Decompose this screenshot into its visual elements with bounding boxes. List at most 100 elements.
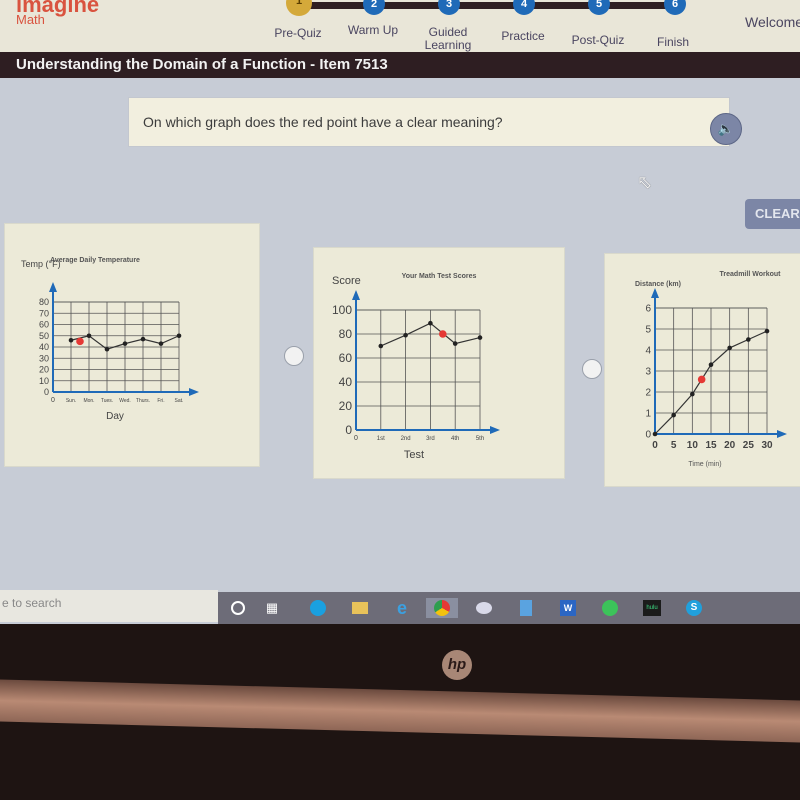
skype-icon[interactable]: S bbox=[684, 598, 704, 618]
y-tick-label: 40 bbox=[39, 342, 49, 352]
cortana-icon[interactable] bbox=[228, 598, 248, 618]
y-tick-label: 50 bbox=[39, 331, 49, 341]
data-point bbox=[452, 341, 458, 346]
graph-option-2[interactable]: Score Your Math Test Scores Test 0 20 40 60… bbox=[313, 247, 565, 479]
x-tick-label: Wed. bbox=[119, 398, 131, 404]
x-tick-label: Tues. bbox=[101, 398, 113, 404]
step-4-badge[interactable]: 4 bbox=[513, 0, 535, 15]
data-point bbox=[652, 431, 658, 437]
progress-track bbox=[298, 2, 678, 9]
file-explorer-icon[interactable] bbox=[350, 598, 370, 618]
x-tick-label: 25 bbox=[743, 440, 755, 451]
x-tick-label: 10 bbox=[687, 440, 699, 451]
step-4-label: Practice bbox=[501, 29, 545, 43]
step-3-badge[interactable]: 3 bbox=[438, 0, 460, 15]
data-point bbox=[708, 362, 714, 367]
title-bar: Understanding the Domain of a Function -… bbox=[0, 52, 800, 78]
y-tick-label: 10 bbox=[39, 376, 49, 386]
x-tick-label: Thurs. bbox=[136, 398, 150, 404]
internet-explorer-icon[interactable]: e bbox=[392, 598, 412, 618]
paint-icon[interactable] bbox=[474, 598, 494, 618]
treadmill-chart: Distance (km) Treadmill Workout Time (mi… bbox=[635, 271, 787, 468]
taskbar-search[interactable]: e to search bbox=[0, 590, 218, 622]
data-point bbox=[671, 412, 676, 418]
taskbar: ▦ e W hulu S bbox=[218, 592, 800, 624]
chrome-icon[interactable] bbox=[426, 598, 458, 618]
clear-button[interactable]: CLEAR bbox=[745, 199, 800, 229]
test-scores-chart: Score Your Math Test Scores Test 0 20 40 60… bbox=[332, 273, 500, 461]
x-tick-label: Sat. bbox=[175, 398, 184, 404]
y-tick-label: 6 bbox=[645, 303, 651, 314]
chart-title: Average Daily Temperature bbox=[50, 257, 140, 264]
speaker-icon: 🔈 bbox=[717, 121, 735, 136]
x-tick-label: 15 bbox=[705, 440, 717, 451]
x-origin-label: 0 bbox=[51, 397, 55, 404]
screen: imagine Math 1 2 3 4 5 6 Pre-Quiz Warm U… bbox=[0, 0, 800, 640]
calculator-icon[interactable] bbox=[516, 598, 536, 618]
x-axis-title: Test bbox=[404, 449, 424, 461]
radio-option-2[interactable] bbox=[582, 359, 602, 379]
graph-option-1[interactable]: Temp (°F) Average Daily Temperature Day … bbox=[4, 223, 260, 467]
data-point bbox=[140, 336, 146, 342]
y-tick-label: 20 bbox=[339, 399, 353, 413]
x-tick-label: 2nd bbox=[401, 436, 411, 442]
y-tick-label: 80 bbox=[339, 327, 353, 341]
chart-title: Your Math Test Scores bbox=[402, 273, 477, 280]
y-tick-label: 4 bbox=[645, 345, 651, 356]
data-point bbox=[68, 337, 74, 343]
step-2-badge[interactable]: 2 bbox=[363, 0, 385, 15]
data-point bbox=[86, 333, 92, 339]
word-icon[interactable]: W bbox=[558, 598, 578, 618]
y-tick-label: 0 bbox=[44, 387, 49, 397]
x-tick-label: 5 bbox=[671, 440, 677, 451]
x-tick-label: Mon. bbox=[83, 398, 94, 404]
y-tick-label: 40 bbox=[339, 375, 353, 389]
x-axis-title: Day bbox=[106, 411, 124, 422]
y-tick-label: 60 bbox=[39, 320, 49, 330]
step-6-label: Finish bbox=[656, 35, 689, 49]
red-highlight-point bbox=[439, 330, 447, 338]
chart-title: Treadmill Workout bbox=[720, 271, 782, 278]
y-axis-title: Score bbox=[332, 275, 361, 287]
x-axis-title: Time (min) bbox=[688, 461, 721, 468]
step-1-badge[interactable]: 1 bbox=[286, 0, 312, 16]
task-view-icon[interactable]: ▦ bbox=[262, 598, 282, 618]
step-6-badge[interactable]: 6 bbox=[664, 0, 686, 15]
x-tick-label: 0 bbox=[652, 440, 658, 451]
whatsapp-icon[interactable] bbox=[600, 598, 620, 618]
data-point bbox=[104, 346, 110, 352]
data-point bbox=[158, 341, 164, 346]
step-5-badge[interactable]: 5 bbox=[588, 0, 610, 15]
data-point bbox=[764, 328, 770, 334]
x-tick-label: Sun. bbox=[66, 398, 76, 404]
search-placeholder: e to search bbox=[2, 596, 62, 610]
y-tick-label: 30 bbox=[39, 353, 49, 363]
x-axis-arrow-icon bbox=[777, 430, 787, 438]
radio-option-1[interactable] bbox=[284, 346, 304, 366]
x-origin-label: 0 bbox=[354, 435, 358, 442]
y-axis-arrow-icon bbox=[49, 282, 57, 292]
data-point bbox=[428, 320, 433, 326]
data-point bbox=[176, 333, 182, 339]
audio-button[interactable]: 🔈 bbox=[710, 113, 742, 145]
y-tick-label: 20 bbox=[39, 365, 49, 375]
welcome-text: Welcome bbox=[745, 14, 800, 30]
question-box: On which graph does the red point have a… bbox=[128, 97, 730, 147]
red-highlight-point bbox=[76, 337, 84, 346]
step-5-label: Post-Quiz bbox=[571, 33, 625, 47]
red-highlight-point bbox=[697, 375, 706, 384]
y-tick-label: 0 bbox=[345, 423, 352, 437]
x-tick-label: 4th bbox=[451, 436, 459, 442]
step-1-label: Pre-Quiz bbox=[274, 26, 322, 40]
mouse-cursor-icon: ⬁ bbox=[637, 172, 653, 192]
y-tick-label: 100 bbox=[332, 303, 352, 317]
edge-icon[interactable] bbox=[308, 598, 328, 618]
temperature-chart: Temp (°F) Average Daily Temperature Day … bbox=[21, 257, 199, 422]
data-point bbox=[403, 332, 408, 338]
x-tick-label: 20 bbox=[724, 440, 736, 451]
graph-option-3[interactable]: Distance (km) Treadmill Workout Time (mi… bbox=[604, 253, 800, 487]
y-axis-title: Distance (km) bbox=[635, 281, 681, 288]
x-tick-label: Fri. bbox=[157, 398, 164, 404]
hulu-icon[interactable]: hulu bbox=[642, 598, 662, 618]
top-bar: imagine Math 1 2 3 4 5 6 Pre-Quiz Warm U… bbox=[0, 0, 800, 56]
